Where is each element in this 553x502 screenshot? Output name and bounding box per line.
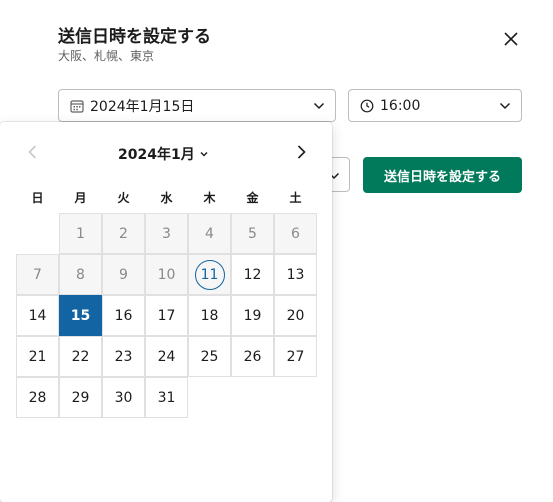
calendar-day[interactable]: 29 <box>59 377 102 418</box>
weekday-label: 月 <box>74 191 87 205</box>
calendar-day[interactable]: 22 <box>59 336 102 377</box>
weekday-label: 日 <box>31 191 44 205</box>
date-select[interactable]: 2024年1月15日 <box>58 89 336 122</box>
next-month-icon[interactable] <box>292 143 310 161</box>
calendar-day[interactable]: 20 <box>274 295 317 336</box>
date-value: 2024年1月15日 <box>90 98 195 115</box>
chevron-down-icon <box>313 102 325 110</box>
calendar-day[interactable]: 19 <box>231 295 274 336</box>
calendar-day[interactable]: 1 <box>59 213 102 254</box>
weekday-label: 火 <box>117 191 130 205</box>
weekday-label: 土 <box>289 191 302 205</box>
calendar-day[interactable]: 18 <box>188 295 231 336</box>
calendar-day[interactable]: 24 <box>145 336 188 377</box>
weekday-label: 金 <box>246 191 259 205</box>
calendar-day[interactable]: 12 <box>231 254 274 295</box>
calendar-day[interactable]: 25 <box>188 336 231 377</box>
month-picker[interactable]: 2024年1月 <box>118 144 209 164</box>
calendar-day[interactable]: 5 <box>231 213 274 254</box>
calendar-day[interactable]: 14 <box>16 295 59 336</box>
calendar-day[interactable]: 28 <box>16 377 59 418</box>
set-schedule-button[interactable]: 送信日時を設定する <box>363 157 522 193</box>
calendar-icon <box>70 99 84 113</box>
calendar-day[interactable]: 10 <box>145 254 188 295</box>
prev-month-icon[interactable] <box>24 143 42 161</box>
calendar-day[interactable]: 21 <box>16 336 59 377</box>
calendar-day[interactable]: 30 <box>102 377 145 418</box>
calendar-day[interactable]: 7 <box>16 254 59 295</box>
calendar-day[interactable]: 31 <box>145 377 188 418</box>
chevron-down-icon <box>499 102 511 110</box>
calendar-day[interactable]: 15 <box>59 295 102 336</box>
calendar-day[interactable]: 9 <box>102 254 145 295</box>
dialog-subtitle: 大阪、札幌、東京 <box>58 49 155 63</box>
calendar-day[interactable]: 8 <box>59 254 102 295</box>
weekday-label: 水 <box>160 191 173 205</box>
calendar-day[interactable]: 26 <box>231 336 274 377</box>
time-select[interactable]: 16:00 <box>348 89 522 122</box>
calendar-day[interactable]: 11 <box>188 254 231 295</box>
weekday-label: 木 <box>203 191 216 205</box>
calendar-day[interactable]: 2 <box>102 213 145 254</box>
calendar-day[interactable]: 3 <box>145 213 188 254</box>
time-value: 16:00 <box>380 97 421 114</box>
month-label: 2024年1月 <box>118 147 195 163</box>
chevron-down-icon <box>200 152 208 157</box>
calendar-day[interactable]: 16 <box>102 295 145 336</box>
calendar-day[interactable]: 17 <box>145 295 188 336</box>
calendar-day[interactable]: 13 <box>274 254 317 295</box>
calendar-day[interactable]: 27 <box>274 336 317 377</box>
dialog-title: 送信日時を設定する <box>58 27 211 47</box>
calendar-day[interactable]: 23 <box>102 336 145 377</box>
calendar-day[interactable]: 6 <box>274 213 317 254</box>
calendar-day[interactable]: 4 <box>188 213 231 254</box>
close-icon[interactable] <box>500 28 522 50</box>
clock-icon <box>360 99 374 112</box>
